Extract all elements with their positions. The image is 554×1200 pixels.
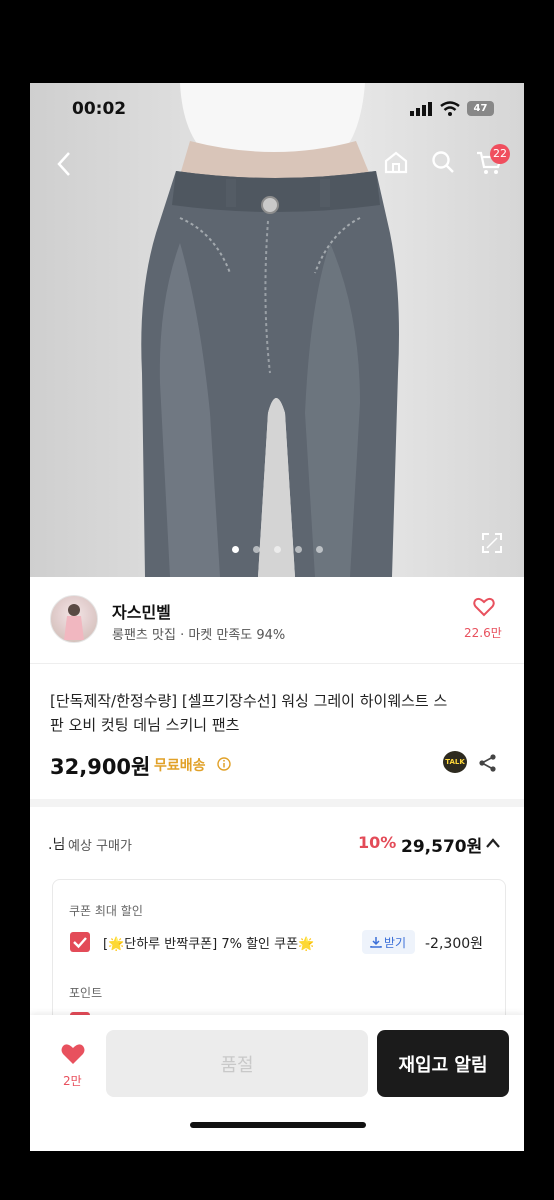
- gallery-dot[interactable]: [232, 546, 239, 553]
- phone-screen: 00:02 47 22 자스민벨 롱팬츠 맛집 · 마켓 만족도 94% 22.…: [30, 83, 524, 1151]
- chevron-up-icon[interactable]: [485, 837, 501, 849]
- seller-name[interactable]: 자스민벨: [112, 599, 171, 623]
- section-divider: [30, 799, 524, 807]
- seller-avatar[interactable]: [50, 595, 98, 643]
- product-image-gallery[interactable]: 00:02 47 22: [30, 83, 524, 577]
- coupon-checkbox[interactable]: [70, 932, 90, 952]
- coupon-section-title: 쿠폰 최대 할인: [69, 904, 143, 918]
- gallery-dot[interactable]: [295, 546, 302, 553]
- kakao-talk-icon[interactable]: TALK: [443, 751, 467, 773]
- info-icon[interactable]: [217, 757, 231, 771]
- gallery-dot[interactable]: [253, 546, 260, 553]
- signal-icon: [410, 102, 432, 116]
- home-icon[interactable]: [384, 150, 408, 174]
- search-icon[interactable]: [431, 150, 455, 174]
- share-icon[interactable]: [478, 753, 498, 773]
- expected-price-label: 예상 구매가: [68, 839, 132, 854]
- coupon-amount: -2,300원: [425, 936, 484, 952]
- status-time: 00:02: [72, 99, 127, 119]
- gallery-dot[interactable]: [274, 546, 281, 553]
- seller-like-count: 22.6만: [464, 626, 502, 640]
- expected-price-prefix: .님: [48, 837, 66, 853]
- coupon-download-label: 받기: [384, 936, 407, 950]
- restock-alert-button[interactable]: 재입고 알림: [377, 1030, 509, 1097]
- product-price: 32,900원: [50, 755, 151, 779]
- expected-discount: 10%: [358, 833, 397, 852]
- expand-icon[interactable]: [481, 532, 503, 554]
- points-title: 포인트: [69, 986, 103, 1000]
- like-count: 2만: [63, 1074, 82, 1088]
- expected-price: 29,570원: [401, 837, 483, 857]
- soldout-button[interactable]: 품절: [106, 1030, 368, 1097]
- gallery-dot[interactable]: [316, 546, 323, 553]
- product-title-line2: 판 오비 컷팅 데님 스키니 팬츠: [50, 716, 240, 734]
- seller-subtitle: 롱팬츠 맛집 · 마켓 만족도 94%: [112, 628, 286, 643]
- cart-count-badge: 22: [490, 144, 510, 164]
- product-title-line1: [단독제작/한정수량] [셀프기장수선] 워싱 그레이 하이웨스트 스: [50, 692, 448, 710]
- seller-row[interactable]: 자스민벨 롱팬츠 맛집 · 마켓 만족도 94% 22.6만: [30, 577, 524, 664]
- coupon-download-button[interactable]: 받기: [362, 930, 415, 954]
- like-heart-icon[interactable]: [60, 1042, 86, 1065]
- coupon-item-text: [🌟단하루 반짝쿠폰] 7% 할인 쿠폰🌟: [103, 937, 315, 952]
- shipping-label: 무료배송: [154, 758, 206, 774]
- wifi-icon: [440, 101, 460, 116]
- seller-like-heart-icon[interactable]: [473, 597, 495, 617]
- battery-icon: 47: [467, 101, 494, 116]
- download-icon: [370, 937, 382, 948]
- bottom-action-bar: 2만 품절 재입고 알림: [30, 1015, 524, 1151]
- back-arrow-icon[interactable]: [56, 151, 72, 177]
- home-indicator: [190, 1122, 366, 1128]
